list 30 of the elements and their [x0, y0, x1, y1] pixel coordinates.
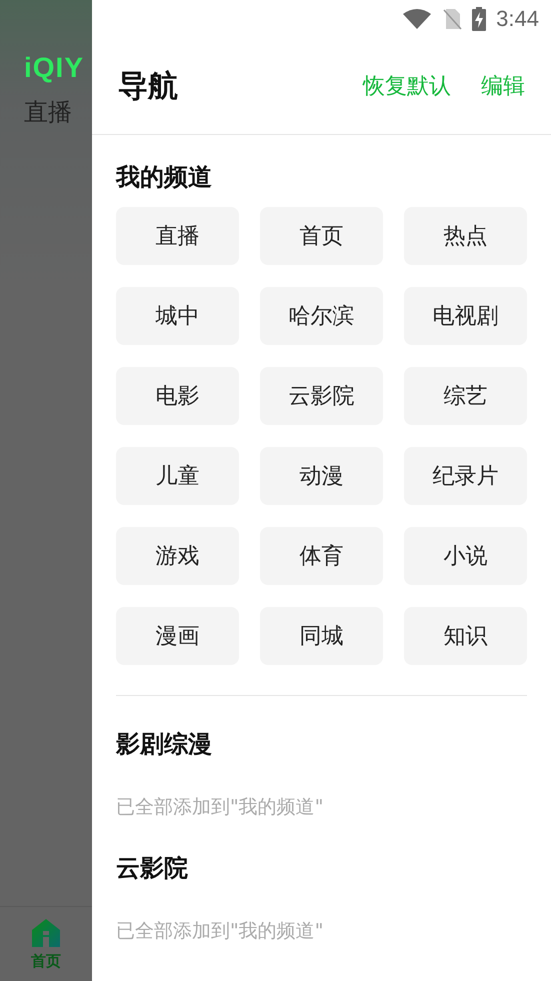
section-heading: 影剧综漫	[116, 729, 213, 760]
no-sim-icon	[442, 8, 462, 30]
channel-chip[interactable]: 电视剧	[404, 287, 527, 345]
channel-chip[interactable]: 电影	[116, 367, 239, 425]
channel-chip[interactable]: 热点	[404, 207, 527, 265]
channel-chip[interactable]: 漫画	[116, 607, 239, 665]
channel-chip[interactable]: 游戏	[116, 527, 239, 585]
channel-chip[interactable]: 体育	[260, 527, 383, 585]
channel-chip[interactable]: 城中	[116, 287, 239, 345]
battery-charging-icon	[472, 7, 486, 31]
channel-chip[interactable]: 儿童	[116, 447, 239, 505]
channel-chip[interactable]: 动漫	[260, 447, 383, 505]
channel-chip[interactable]: 纪录片	[404, 447, 527, 505]
app-logo: iQIY	[23, 52, 86, 84]
channel-chip[interactable]: 综艺	[404, 367, 527, 425]
channel-chip[interactable]: 知识	[404, 607, 527, 665]
clock-time: 3:44	[496, 6, 539, 32]
channel-chip[interactable]: 首页	[260, 207, 383, 265]
wifi-icon	[402, 8, 432, 30]
drawer-title: 导航	[118, 68, 178, 106]
channel-chip[interactable]: 云影院	[260, 367, 383, 425]
channel-chip[interactable]: 直播	[116, 207, 239, 265]
section-note: 已全部添加到"我的频道"	[116, 795, 324, 820]
section-note: 已全部添加到"我的频道"	[116, 919, 324, 944]
section-heading: 云影院	[116, 853, 189, 884]
home-icon	[31, 918, 61, 948]
channel-chip[interactable]: 同城	[260, 607, 383, 665]
channel-chip[interactable]: 小说	[404, 527, 527, 585]
channel-chip[interactable]: 哈尔滨	[260, 287, 383, 345]
section-heading: 我的频道	[116, 162, 213, 193]
